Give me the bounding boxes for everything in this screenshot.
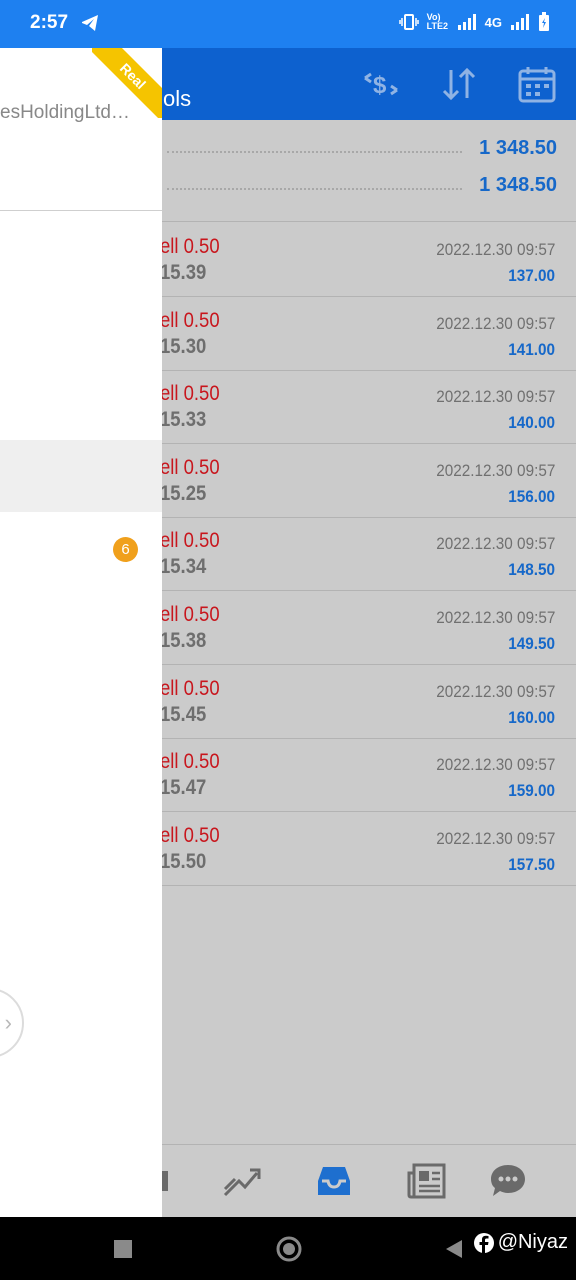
trade-type: ell 0.50 [160,603,220,626]
trade-price: 15.45 [160,702,207,726]
telegram-icon [82,15,98,31]
nav-chat-icon[interactable] [488,1161,528,1201]
trade-type: ell 0.50 [160,235,220,258]
chevron-right-icon: › [4,1010,12,1035]
notification-badge: 6 [113,537,138,562]
trade-type: ell 0.50 [160,382,220,406]
trade-profit: 140.00 [508,413,555,433]
account-ribbon: Real [92,48,162,118]
navigation-drawer: esHoldingLtd… Real 6 › [0,48,162,1217]
currency-exchange-icon[interactable]: $ [361,64,401,104]
volte-label: Vo) LTE2 [426,12,448,31]
trade-type: ell 0.50 [160,676,220,700]
status-icons: Vo) LTE2 4G [398,12,550,32]
page-title: ols [163,86,192,111]
nav-chart-icon[interactable] [221,1161,261,1201]
calendar-icon[interactable] [517,64,557,104]
trade-profit: 159.00 [508,781,555,801]
trade-time: 2022.12.30 09:57 [435,608,555,627]
trade-profit: 149.50 [508,634,555,653]
trade-time: 2022.12.30 09:57 [435,387,555,407]
home-icon[interactable] [275,1235,303,1263]
trade-time: 2022.12.30 09:57 [435,755,555,775]
watermark-text: @Niyaz [497,1231,568,1253]
trade-profit: 148.50 [508,560,555,580]
trade-type: ell 0.50 [160,455,220,479]
nav-news-icon[interactable] [406,1161,446,1201]
drawer-item-selected[interactable] [0,440,162,512]
trade-type: ell 0.50 [160,750,220,774]
trade-price: 15.38 [160,629,207,652]
network-type: 4G [484,14,502,30]
system-nav-bar: @Niyaz [0,1217,576,1280]
trade-time: 2022.12.30 09:57 [435,313,555,333]
signal-2-icon [511,14,529,30]
dotted-leader [167,151,462,153]
ribbon-label: Real [92,48,162,118]
svg-text:$: $ [373,72,387,99]
vibrate-icon [398,14,419,30]
dotted-leader [167,188,462,190]
recents-icon[interactable] [113,1239,133,1259]
trade-price: 15.47 [160,776,207,800]
trade-price: 15.34 [160,555,207,579]
summary-value: 1 348.50 [479,174,557,196]
trade-price: 15.33 [160,408,207,432]
trade-price: 15.50 [160,849,207,873]
trade-profit: 157.50 [508,854,555,874]
drawer-divider [0,210,162,211]
drawer-expand-button[interactable]: › [0,988,24,1058]
trade-profit: 160.00 [508,707,555,727]
trade-price: 15.39 [160,261,207,284]
trade-type: ell 0.50 [160,529,220,553]
trade-time: 2022.12.30 09:57 [435,534,555,554]
signal-icon [457,14,476,30]
summary-row: 1 348.50 [163,133,557,169]
trade-profit: 137.00 [508,266,555,285]
trade-profit: 156.00 [508,486,555,506]
trade-time: 2022.12.30 09:57 [435,460,555,480]
battery-icon [539,12,549,31]
trade-price: 15.30 [160,334,207,358]
trade-price: 15.25 [160,481,207,505]
status-time: 2:57 [30,12,69,33]
nav-history-icon[interactable] [314,1161,354,1201]
trade-time: 2022.12.30 09:57 [435,240,555,259]
trade-time: 2022.12.30 09:57 [435,828,555,848]
sort-icon[interactable] [439,64,479,104]
trade-type: ell 0.50 [160,823,220,847]
facebook-icon [473,1232,494,1253]
status-bar: 2:57 Vo) LTE2 4G [0,0,576,48]
summary-row: 1 348.50 [163,170,557,206]
summary-value: 1 348.50 [479,137,557,159]
trade-type: ell 0.50 [160,308,220,332]
trade-time: 2022.12.30 09:57 [435,681,555,701]
watermark: @Niyaz [473,1231,568,1254]
trade-profit: 141.00 [508,339,555,359]
back-icon[interactable] [444,1239,464,1259]
